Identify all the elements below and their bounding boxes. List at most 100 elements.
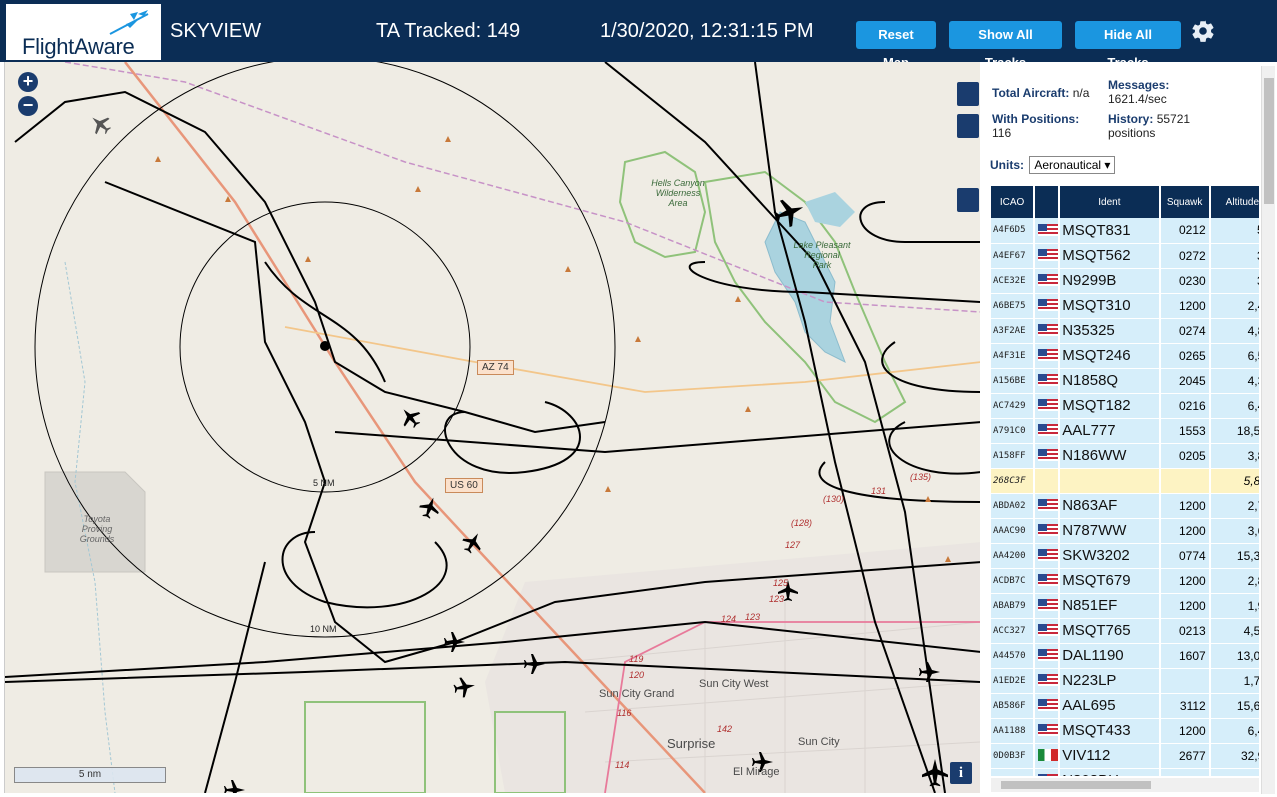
map-canvas[interactable] bbox=[5, 62, 980, 793]
gear-icon[interactable] bbox=[1190, 18, 1216, 44]
tracked-count: TA Tracked: 149 bbox=[376, 20, 521, 42]
table-row[interactable]: A3F2AE N3532502744,800 ↑ bbox=[991, 318, 1259, 344]
table-row[interactable]: ACC327 MSQT76502134,500 ↗ bbox=[991, 618, 1259, 644]
aircraft-icon bbox=[444, 632, 465, 652]
cell-ident: VIV112 bbox=[1059, 743, 1161, 769]
table-row[interactable]: 268C3F 5,875 ↗ bbox=[991, 468, 1259, 494]
cell-flag bbox=[1034, 268, 1061, 294]
map-layer-icon[interactable] bbox=[957, 82, 979, 106]
table-row[interactable]: A4EF67 MSQT56202723,600 bbox=[991, 243, 1259, 269]
table-row[interactable]: A4F6D5 MSQT83102125,700 bbox=[991, 218, 1259, 244]
cell-ident: N223LP bbox=[1059, 668, 1161, 694]
us-flag-icon bbox=[1038, 549, 1059, 562]
vertical-scroll-thumb[interactable] bbox=[1264, 78, 1274, 204]
cell-flag bbox=[1034, 468, 1061, 494]
horizontal-scroll-thumb[interactable] bbox=[1001, 781, 1151, 789]
cell-flag bbox=[1034, 218, 1061, 244]
aircraft-panel: Total Aircraft: n/a With Positions: 116 … bbox=[981, 62, 1277, 797]
flightaware-logo[interactable]: FlightAware bbox=[6, 4, 164, 60]
cell-altitude: 15,325 ↗ bbox=[1209, 543, 1259, 569]
park-label-hells-canyon: Hells Canyon Wilderness Area bbox=[651, 178, 705, 208]
cell-ident: MSQT246 bbox=[1059, 343, 1161, 369]
us-flag-icon bbox=[1038, 624, 1059, 637]
cell-altitude: 6,400 ↑ bbox=[1209, 718, 1259, 744]
info-button[interactable]: i bbox=[950, 762, 972, 784]
cell-squawk: 0265 bbox=[1159, 343, 1211, 369]
cell-ident: SKW3202 bbox=[1059, 543, 1161, 569]
table-row[interactable]: A6BE75 MSQT31012002,400 ↑ bbox=[991, 293, 1259, 319]
scale-label: 5 nm bbox=[78, 769, 102, 780]
place-label-sun-city-grand: Sun City Grand bbox=[599, 688, 675, 700]
table-row[interactable]: ABAB79 N851EF12001,900 ↑ bbox=[991, 593, 1259, 619]
us-flag-icon bbox=[1038, 449, 1059, 462]
table-row[interactable]: ACE32E N9299B02303,400 bbox=[991, 268, 1259, 294]
hide-all-tracks-button[interactable]: Hide All Tracks bbox=[1075, 21, 1181, 70]
cell-squawk: 0230 bbox=[1159, 268, 1211, 294]
cell-icao: A158FF bbox=[991, 443, 1036, 469]
table-row[interactable]: A158FF N186WW02053,800 ↑ bbox=[991, 443, 1259, 469]
positions-label: With Positions: bbox=[992, 112, 1080, 126]
table-row[interactable]: ABDA02 N863AF12002,700 ↑ bbox=[991, 493, 1259, 519]
cell-squawk: 1200 bbox=[1159, 518, 1211, 544]
zoom-out-button[interactable]: − bbox=[18, 96, 38, 116]
column-header-icao[interactable]: ICAO bbox=[991, 186, 1036, 218]
vertical-scrollbar[interactable] bbox=[1261, 66, 1275, 794]
table-row[interactable]: AA4200 SKW3202077415,325 ↗ bbox=[991, 543, 1259, 569]
zoom-in-button[interactable]: + bbox=[18, 72, 38, 92]
table-row[interactable]: A4F31E MSQT24602656,500 ↑ bbox=[991, 343, 1259, 369]
range-label-10nm: 10 NM bbox=[310, 624, 337, 634]
cell-flag bbox=[1034, 343, 1061, 369]
cell-ident: N9299B bbox=[1059, 268, 1161, 294]
table-row[interactable]: AC7429 MSQT18202166,400 ↑ bbox=[991, 393, 1259, 419]
cell-flag bbox=[1034, 243, 1061, 269]
altitude-label: 125 bbox=[773, 578, 789, 588]
aircraft-table-wrapper[interactable]: ICAO Ident Squawk Altitude (ft) A4F6D5 MS… bbox=[991, 186, 1259, 776]
table-row[interactable]: A44570 DAL1190160713,050 ↗ bbox=[991, 643, 1259, 669]
table-row[interactable]: AAAC90 N787WW12003,650 ↑ bbox=[991, 518, 1259, 544]
table-row[interactable]: A791C0 AAL777155318,525 ↗ bbox=[991, 418, 1259, 444]
cell-squawk: 0212 bbox=[1159, 218, 1211, 244]
table-row[interactable]: ACDB7C MSQT67912002,800 ↑ bbox=[991, 568, 1259, 594]
scale-bar: 5 nm bbox=[14, 767, 166, 783]
skyview-app: FlightAware SKYVIEW TA Tracked: 149 1/30… bbox=[0, 0, 1277, 797]
column-header-squawk[interactable]: Squawk bbox=[1159, 186, 1211, 218]
cell-flag bbox=[1034, 318, 1061, 344]
cell-squawk: 2045 bbox=[1159, 368, 1211, 394]
units-select[interactable]: Aeronautical ▾ bbox=[1029, 156, 1116, 174]
aircraft-icon bbox=[224, 780, 245, 793]
us-flag-icon bbox=[1038, 724, 1059, 737]
show-all-tracks-button[interactable]: Show All Tracks bbox=[949, 21, 1062, 70]
reset-map-button[interactable]: Reset Map bbox=[856, 21, 936, 70]
cell-ident bbox=[1059, 468, 1161, 494]
map-view[interactable]: + − 5 NM 10 NM AZ 74 US 60 Hells Canyon … bbox=[4, 62, 980, 793]
cell-icao: A3F2AE bbox=[991, 318, 1036, 344]
park-label-lake-pleasant: Lake Pleasant Regional Park bbox=[793, 240, 851, 270]
table-row[interactable]: AB586F AAL695311215,650 ↗ bbox=[991, 693, 1259, 719]
table-row[interactable]: A1ED2E N223LP 1,700 ↗ bbox=[991, 668, 1259, 694]
column-header-flag[interactable] bbox=[1034, 186, 1061, 218]
column-header-ident[interactable]: Ident bbox=[1059, 186, 1161, 218]
cell-flag bbox=[1034, 668, 1061, 694]
table-row[interactable]: ACC3D7 N808BH12002,025 ↑ bbox=[991, 768, 1259, 776]
table-row[interactable]: AA1188 MSQT43312006,400 ↑ bbox=[991, 718, 1259, 744]
cell-icao: ACE32E bbox=[991, 268, 1036, 294]
us-flag-icon bbox=[1038, 274, 1059, 287]
us-flag-icon bbox=[1038, 674, 1059, 687]
cell-icao: ACC327 bbox=[991, 618, 1036, 644]
cell-squawk: 1200 bbox=[1159, 568, 1211, 594]
horizontal-scrollbar[interactable] bbox=[991, 778, 1259, 792]
cell-altitude: 3,400 bbox=[1209, 268, 1259, 294]
cell-flag bbox=[1034, 718, 1061, 744]
logo-aware: Aware bbox=[74, 34, 135, 59]
cell-flag bbox=[1034, 293, 1061, 319]
column-header-altitude[interactable]: Altitude (ft) bbox=[1209, 186, 1259, 218]
table-row[interactable]: A156BE N1858Q20454,375 ↑ bbox=[991, 368, 1259, 394]
cell-squawk: 1200 bbox=[1159, 718, 1211, 744]
table-row[interactable]: 0D0B3F VIV112267732,925 ↑ bbox=[991, 743, 1259, 769]
columns-icon[interactable] bbox=[957, 188, 979, 212]
aircraft-icon bbox=[92, 117, 111, 135]
cell-squawk: 1553 bbox=[1159, 418, 1211, 444]
grid-icon[interactable] bbox=[957, 114, 979, 138]
cell-icao: A4F31E bbox=[991, 343, 1036, 369]
cell-icao: AC7429 bbox=[991, 393, 1036, 419]
